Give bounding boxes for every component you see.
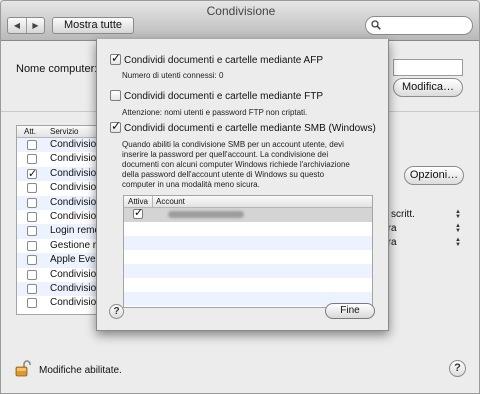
service-name: Apple Even bbox=[50, 254, 102, 266]
empty-row bbox=[124, 222, 372, 236]
table-row[interactable]: Condivisione bbox=[17, 195, 103, 210]
done-button[interactable]: Fine bbox=[325, 303, 375, 319]
table-row[interactable]: Condivisione bbox=[17, 152, 103, 166]
account-name-redacted bbox=[168, 211, 244, 218]
table-row[interactable]: Condivisione bbox=[17, 296, 103, 310]
services-table-header: Att. Servizio bbox=[17, 126, 103, 138]
table-row[interactable]: Condivisione bbox=[17, 138, 103, 153]
smb-label: Condividi documenti e cartelle mediante … bbox=[124, 123, 376, 134]
service-checkbox[interactable] bbox=[27, 269, 37, 280]
options-button[interactable]: Opzioni… bbox=[404, 166, 464, 185]
ftp-warning-note: Attenzione: nomi utenti e password FTP n… bbox=[122, 108, 308, 117]
title-bar: Condivisione ◀ ▶ Mostra tutte bbox=[1, 1, 479, 41]
empty-row bbox=[124, 250, 372, 264]
service-name: Login remo bbox=[50, 225, 101, 237]
account-active-checkbox[interactable] bbox=[133, 206, 143, 219]
service-checkbox[interactable] bbox=[27, 226, 37, 237]
empty-row bbox=[124, 264, 372, 278]
modify-button[interactable]: Modifica… bbox=[393, 78, 463, 97]
table-row[interactable]: Condivisione bbox=[17, 181, 103, 195]
search-input[interactable] bbox=[365, 16, 473, 35]
back-button[interactable]: ◀ bbox=[8, 18, 26, 33]
column-header-account: Account bbox=[156, 197, 185, 206]
service-checkbox[interactable] bbox=[27, 298, 37, 309]
stepper-arrows-icon: ▲ ▼ bbox=[455, 237, 461, 248]
accounts-table[interactable]: Attiva Account bbox=[123, 195, 373, 308]
column-header-service: Servizio bbox=[50, 127, 79, 136]
help-button[interactable]: ? bbox=[449, 360, 466, 377]
account-row[interactable] bbox=[124, 206, 372, 222]
table-row[interactable]: Condivisione bbox=[17, 210, 103, 224]
afp-option[interactable]: Condividi documenti e cartelle mediante … bbox=[110, 51, 323, 66]
stepper-arrows-icon: ▲ ▼ bbox=[455, 223, 461, 234]
smb-description: Quando abiliti la condivisione SMB per u… bbox=[122, 140, 350, 189]
table-row[interactable]: Apple Even bbox=[17, 253, 103, 268]
ftp-checkbox[interactable] bbox=[110, 90, 121, 101]
question-mark-icon: ? bbox=[113, 306, 120, 317]
service-checkbox[interactable] bbox=[27, 183, 37, 194]
column-divider bbox=[152, 196, 153, 208]
back-forward-group: ◀ ▶ bbox=[7, 17, 45, 34]
accounts-table-header: Attiva Account bbox=[124, 196, 372, 208]
show-all-button[interactable]: Mostra tutte bbox=[52, 17, 134, 34]
services-table[interactable]: Att. Servizio CondivisioneCondivisioneCo… bbox=[16, 125, 104, 315]
services-rows: CondivisioneCondivisioneCondivisioneCond… bbox=[17, 138, 103, 311]
service-checkbox[interactable] bbox=[27, 140, 37, 150]
service-checkbox[interactable] bbox=[27, 240, 37, 251]
table-row[interactable]: Login remo bbox=[17, 224, 103, 239]
smb-checkbox[interactable] bbox=[110, 119, 121, 133]
ftp-option[interactable]: Condividi documenti e cartelle mediante … bbox=[110, 90, 323, 102]
ftp-label: Condividi documenti e cartelle mediante … bbox=[124, 91, 323, 102]
afp-users-note: Numero di utenti connessi: 0 bbox=[122, 71, 224, 80]
service-checkbox[interactable] bbox=[27, 211, 37, 222]
lock-icon[interactable] bbox=[15, 359, 31, 377]
empty-row bbox=[124, 278, 372, 292]
column-header-active: Attiva bbox=[128, 197, 149, 206]
service-checkbox[interactable] bbox=[27, 255, 37, 266]
service-checkbox[interactable] bbox=[27, 154, 37, 165]
stepper-arrows-icon: ▲ ▼ bbox=[455, 209, 461, 220]
sharing-window: Condivisione ◀ ▶ Mostra tutte Nome compu… bbox=[0, 0, 480, 394]
column-header-enabled: Att. bbox=[24, 127, 37, 136]
service-checkbox[interactable] bbox=[27, 167, 37, 180]
table-row[interactable]: Condivisione bbox=[17, 268, 103, 282]
service-name: Gestione re bbox=[50, 239, 102, 251]
chevron-left-icon: ◀ bbox=[13, 21, 21, 30]
chevron-right-icon: ▶ bbox=[32, 21, 39, 30]
question-mark-icon: ? bbox=[454, 362, 461, 374]
lock-status-label: Modifiche abilitate. bbox=[39, 365, 122, 376]
smb-option[interactable]: Condividi documenti e cartelle mediante … bbox=[110, 119, 376, 134]
table-row[interactable]: Condivisione bbox=[17, 166, 103, 182]
table-row[interactable]: Gestione re bbox=[17, 239, 103, 253]
file-sharing-options-sheet: Condividi documenti e cartelle mediante … bbox=[96, 39, 389, 331]
empty-row bbox=[124, 236, 372, 250]
table-row[interactable]: Condivisione bbox=[17, 281, 103, 297]
sheet-help-button[interactable]: ? bbox=[109, 304, 124, 319]
afp-label: Condividi documenti e cartelle mediante … bbox=[124, 55, 323, 66]
service-checkbox[interactable] bbox=[27, 283, 37, 294]
forward-button[interactable]: ▶ bbox=[25, 18, 44, 33]
service-checkbox[interactable] bbox=[27, 197, 37, 208]
search-icon bbox=[371, 20, 381, 30]
computer-name-field[interactable] bbox=[393, 59, 463, 76]
computer-name-label: Nome computer: bbox=[16, 63, 98, 75]
afp-checkbox[interactable] bbox=[110, 51, 121, 65]
